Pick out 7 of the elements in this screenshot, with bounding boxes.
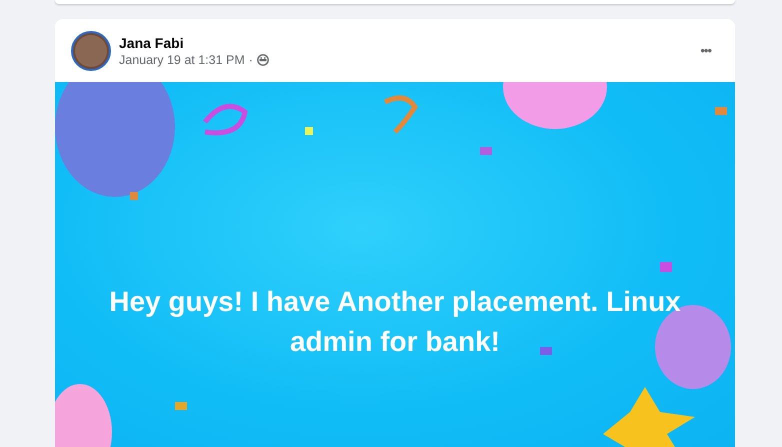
- avatar[interactable]: [71, 30, 111, 70]
- more-options-button[interactable]: •••: [692, 36, 719, 64]
- author-name[interactable]: Jana Fabi: [119, 34, 684, 52]
- audience-icon[interactable]: [256, 54, 269, 66]
- post-text: Hey guys! I have Another placement. Linux admin for bank!: [108, 285, 682, 359]
- post-timestamp[interactable]: January 19 at 1:31 PM: [119, 52, 245, 68]
- separator: ·: [248, 52, 253, 68]
